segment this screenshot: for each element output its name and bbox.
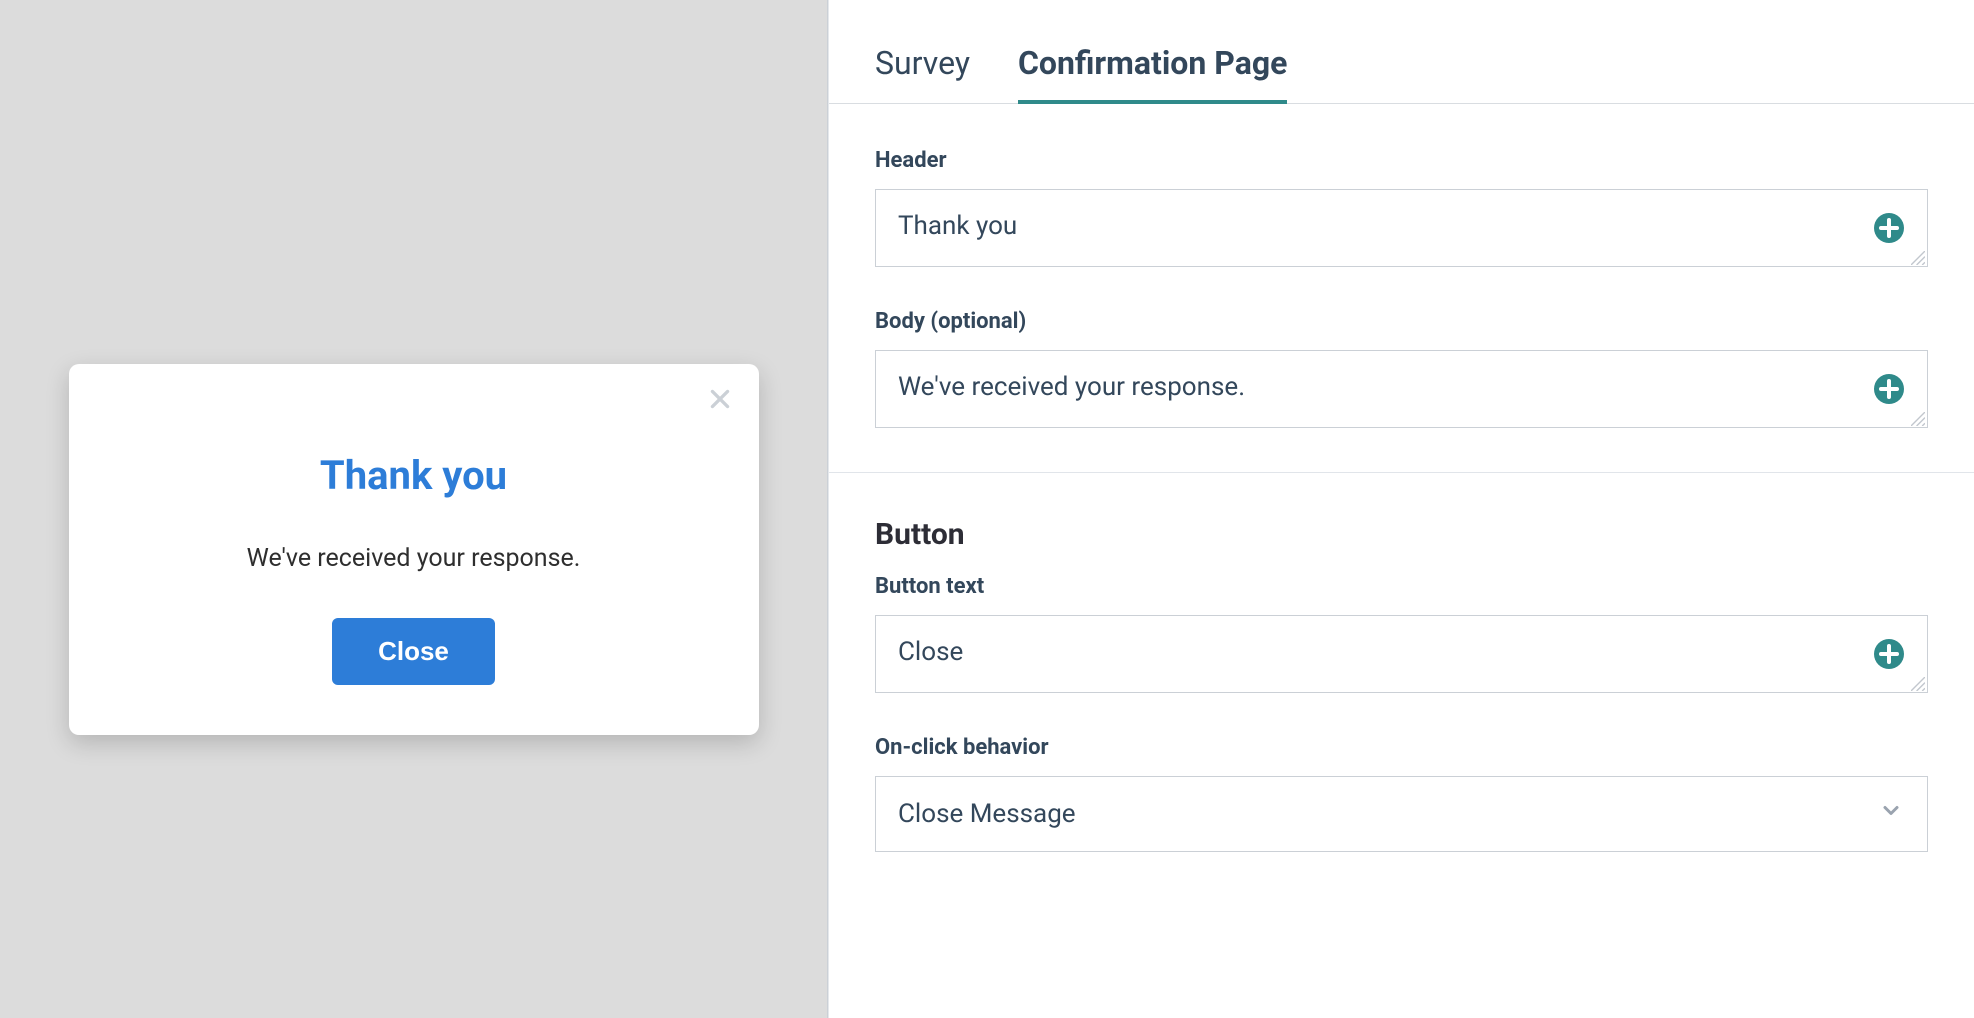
tab-confirmation-page[interactable]: Confirmation Page bbox=[1018, 44, 1287, 104]
confirmation-modal: Thank you We've received your response. … bbox=[69, 364, 759, 735]
button-section: Button Button text On-click behavior Clo… bbox=[829, 473, 1974, 896]
app-root: Thank you We've received your response. … bbox=[0, 0, 1974, 1018]
header-input-wrapper bbox=[875, 189, 1928, 267]
content-section: Header Body (optional) bbox=[829, 104, 1974, 472]
plus-icon[interactable] bbox=[1873, 212, 1905, 244]
onclick-select[interactable]: Close Message bbox=[875, 776, 1928, 852]
plus-icon[interactable] bbox=[1873, 638, 1905, 670]
chevron-down-icon bbox=[1879, 799, 1903, 830]
close-icon[interactable] bbox=[703, 382, 737, 416]
header-label: Header bbox=[875, 148, 1928, 173]
button-text-input-wrapper bbox=[875, 615, 1928, 693]
button-text-field-row: Button text bbox=[875, 574, 1928, 693]
body-field-row: Body (optional) bbox=[875, 309, 1928, 428]
editor-pane: Survey Confirmation Page Header Body (op… bbox=[828, 0, 1974, 1018]
button-section-title: Button bbox=[875, 517, 1928, 552]
modal-close-button[interactable]: Close bbox=[332, 618, 495, 685]
header-field-row: Header bbox=[875, 148, 1928, 267]
plus-icon[interactable] bbox=[1873, 373, 1905, 405]
onclick-field-row: On-click behavior Close Message bbox=[875, 735, 1928, 852]
body-input[interactable] bbox=[876, 351, 1927, 427]
body-label: Body (optional) bbox=[875, 309, 1928, 334]
onclick-selected-value: Close Message bbox=[898, 799, 1076, 829]
button-text-input[interactable] bbox=[876, 616, 1927, 692]
modal-body-text: We've received your response. bbox=[97, 544, 731, 573]
button-text-label: Button text bbox=[875, 574, 1928, 599]
tab-survey[interactable]: Survey bbox=[875, 44, 970, 104]
modal-title: Thank you bbox=[97, 452, 731, 499]
onclick-label: On-click behavior bbox=[875, 735, 1928, 760]
editor-tabs: Survey Confirmation Page bbox=[829, 0, 1974, 104]
header-input[interactable] bbox=[876, 190, 1927, 266]
preview-pane: Thank you We've received your response. … bbox=[0, 0, 828, 1018]
body-input-wrapper bbox=[875, 350, 1928, 428]
